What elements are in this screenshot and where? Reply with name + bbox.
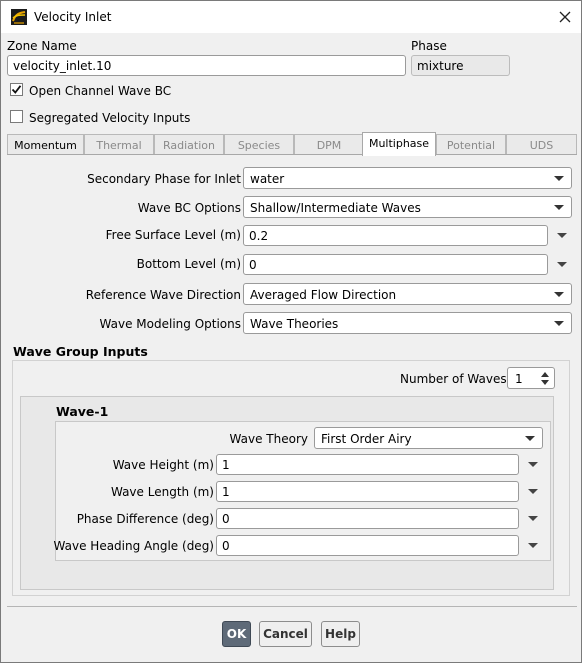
reference-direction-value: Averaged Flow Direction (250, 288, 397, 302)
checkmark-icon (11, 85, 22, 94)
wave-length-field[interactable]: 1 (216, 481, 519, 502)
phase-difference-label: Phase Difference (deg) (76, 512, 214, 526)
tab-momentum[interactable]: Momentum (7, 134, 84, 155)
window-title: Velocity Inlet (34, 10, 112, 24)
chevron-down-icon[interactable] (528, 543, 538, 548)
free-surface-field[interactable]: 0.2 (243, 225, 548, 246)
zone-name-field[interactable]: velocity_inlet.10 (7, 55, 406, 76)
title-bar: Velocity Inlet (1, 1, 581, 33)
wave-group-title: Wave Group Inputs (13, 344, 148, 359)
number-of-waves-value: 1 (515, 372, 523, 386)
tab-thermal[interactable]: Thermal (84, 134, 154, 155)
phase-field: mixture (411, 55, 510, 76)
close-button[interactable] (552, 4, 578, 30)
wave-height-label: Wave Height (m) (112, 458, 214, 472)
wave-height-field[interactable]: 1 (216, 454, 519, 475)
close-icon (559, 11, 571, 23)
secondary-phase-select[interactable]: water (243, 167, 572, 189)
tab-potential[interactable]: Potential (436, 134, 506, 155)
wave-modeling-value: Wave Theories (250, 317, 339, 331)
chevron-down-icon (554, 205, 564, 210)
phase-label: Phase (411, 39, 447, 53)
chevron-down-icon[interactable] (557, 262, 567, 267)
wave-length-label: Wave Length (m) (110, 485, 214, 499)
chevron-down-icon (525, 436, 535, 441)
secondary-phase-label: Secondary Phase for Inlet (87, 172, 241, 186)
chevron-down-icon (554, 176, 564, 181)
tab-uds[interactable]: UDS (506, 134, 577, 155)
open-channel-checkbox[interactable] (10, 83, 23, 96)
zone-name-label: Zone Name (7, 39, 77, 53)
chevron-down-icon (554, 292, 564, 297)
wave-heading-field[interactable]: 0 (216, 535, 519, 556)
wave-heading-label: Wave Heading Angle (deg) (53, 539, 214, 553)
wave-modeling-label: Wave Modeling Options (99, 317, 241, 331)
ok-button[interactable]: OK (222, 621, 251, 647)
chevron-down-icon[interactable] (541, 380, 549, 385)
chevron-down-icon[interactable] (528, 462, 538, 467)
tab-species[interactable]: Species (224, 134, 294, 155)
tab-dpm[interactable]: DPM (294, 134, 364, 155)
open-channel-label[interactable]: Open Channel Wave BC (29, 84, 171, 98)
tab-multiphase[interactable]: Multiphase (362, 132, 436, 156)
bottom-level-field[interactable]: 0 (243, 254, 548, 275)
wave-theory-select[interactable]: First Order Airy (314, 427, 543, 449)
wave-theory-value: First Order Airy (321, 432, 412, 446)
segregated-velocity-label[interactable]: Segregated Velocity Inputs (29, 111, 190, 125)
phase-difference-field[interactable]: 0 (216, 508, 519, 529)
number-of-waves-label: Number of Waves (400, 372, 507, 386)
wave-bc-value: Shallow/Intermediate Waves (250, 201, 421, 215)
tab-radiation[interactable]: Radiation (154, 134, 224, 155)
help-button[interactable]: Help (321, 621, 360, 647)
secondary-phase-value: water (250, 172, 285, 186)
dialog-window: Velocity Inlet Zone Name velocity_inlet.… (0, 0, 582, 663)
chevron-up-icon[interactable] (541, 372, 549, 377)
segregated-velocity-checkbox[interactable] (10, 110, 23, 123)
chevron-down-icon[interactable] (528, 489, 538, 494)
chevron-down-icon (554, 321, 564, 326)
chevron-down-icon[interactable] (528, 516, 538, 521)
ansys-fluent-icon (11, 9, 27, 25)
free-surface-label: Free Surface Level (m) (105, 228, 241, 242)
wave-bc-select[interactable]: Shallow/Intermediate Waves (243, 196, 572, 218)
cancel-button[interactable]: Cancel (259, 621, 312, 647)
bottom-level-label: Bottom Level (m) (136, 257, 241, 271)
reference-direction-select[interactable]: Averaged Flow Direction (243, 283, 572, 305)
wave-modeling-select[interactable]: Wave Theories (243, 312, 572, 334)
number-of-waves-spinner[interactable]: 1 (507, 367, 555, 389)
wave-theory-label: Wave Theory (229, 432, 308, 446)
wave-bc-label: Wave BC Options (137, 201, 241, 215)
reference-direction-label: Reference Wave Direction (85, 288, 241, 302)
wave-1-title: Wave-1 (56, 404, 109, 419)
button-separator (7, 606, 577, 607)
chevron-down-icon[interactable] (557, 233, 567, 238)
